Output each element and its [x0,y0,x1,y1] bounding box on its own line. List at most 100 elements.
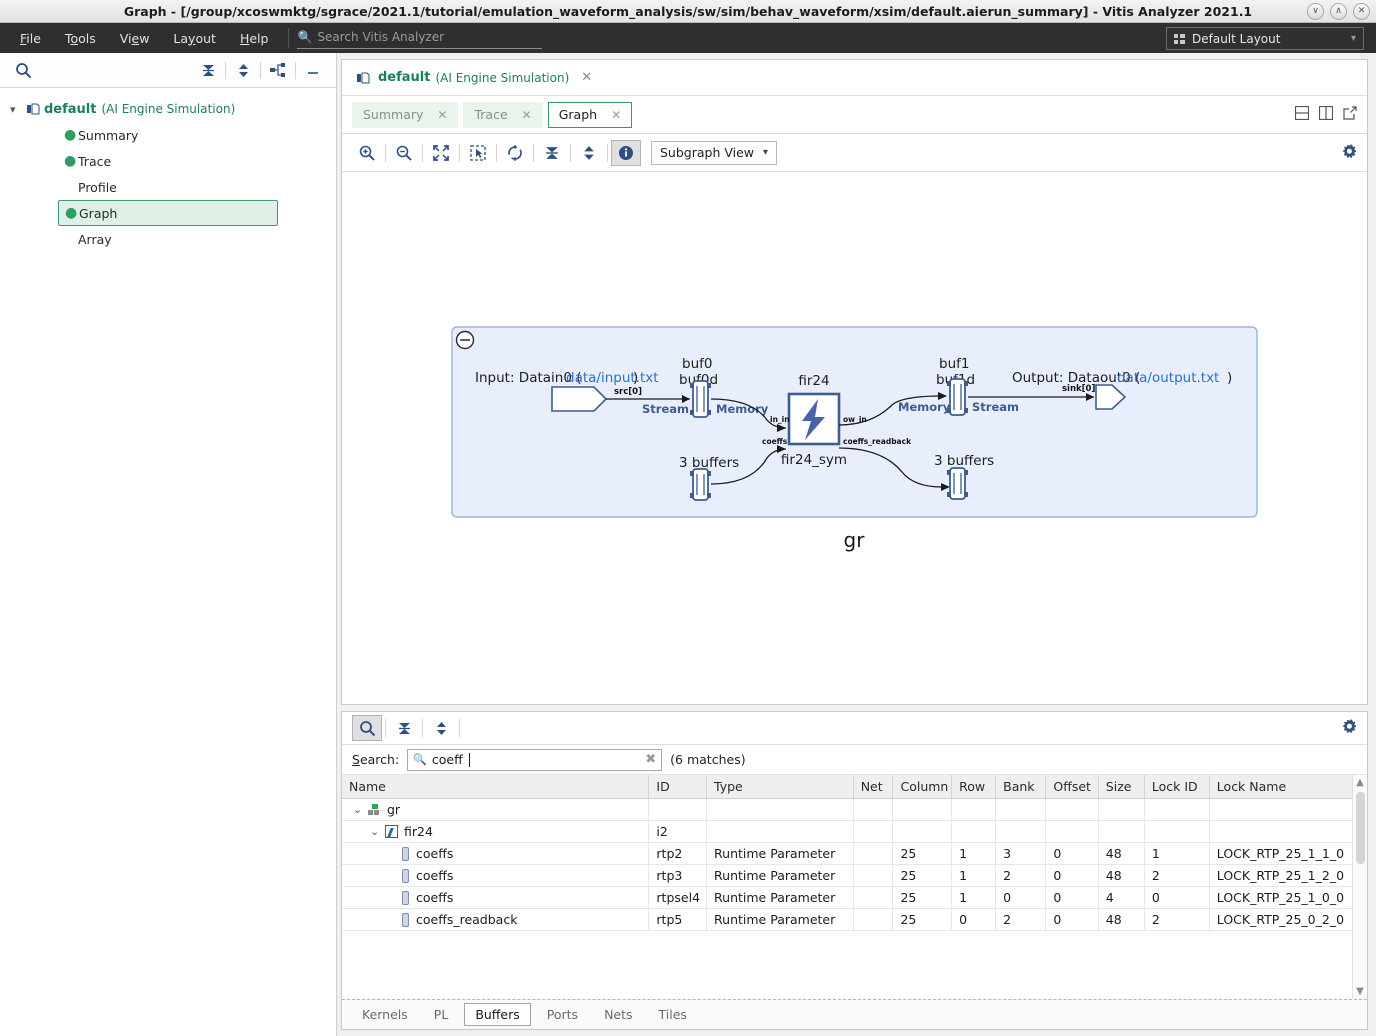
tab-trace[interactable]: Trace ✕ [463,101,543,128]
tree-root-default[interactable]: ▾ default (AI Engine Simulation) [0,96,336,122]
refresh-icon[interactable] [500,140,530,166]
close-button[interactable]: ✕ [1353,3,1370,20]
col-net[interactable]: Net [853,775,894,799]
minimize-panel-icon[interactable] [300,58,326,82]
split-vertical-icon[interactable] [1318,105,1334,123]
buf0-buffer-icon[interactable] [690,380,711,418]
tab-graph[interactable]: Graph ✕ [547,101,633,128]
view-mode-select[interactable]: Subgraph View ▾ [651,140,778,165]
collapse-all-icon[interactable] [389,715,419,741]
menu-tools[interactable]: Tools [53,27,108,50]
input-file-link[interactable]: data/input.txt [566,370,659,386]
document-tab-title[interactable]: default [378,70,430,85]
scrollbar-thumb[interactable] [1355,792,1365,864]
sidebar-item-label: Summary [78,127,139,143]
cell-lock-id: 2 [1144,864,1210,887]
collapse-circle-icon[interactable] [455,330,475,350]
col-type[interactable]: Type [706,775,854,799]
tab-tiles[interactable]: Tiles [649,1004,697,1025]
graph-canvas[interactable]: Input: Datain0 ( data/input.txt ) src[0]… [342,172,1367,704]
close-icon[interactable]: ✕ [522,108,532,122]
expand-all-icon[interactable] [574,140,604,166]
minimize-button[interactable]: ∨ [1307,3,1324,20]
buffers-right-icon[interactable] [947,467,968,500]
hierarchy-icon[interactable] [265,58,291,82]
zoom-out-icon[interactable] [389,140,419,166]
tab-nets[interactable]: Nets [594,1004,642,1025]
graph-diagram[interactable]: Input: Datain0 ( data/input.txt ) src[0]… [342,172,1364,702]
table-row[interactable]: coeffs rtp2 Runtime Parameter 25 1 3 0 48 1 LOCK_… [342,842,1367,865]
scroll-down-icon[interactable]: ▼ [1356,984,1364,999]
cell-lock-id [1144,820,1210,843]
tab-pl[interactable]: PL [424,1004,459,1025]
tab-kernels[interactable]: Kernels [352,1004,418,1025]
scroll-up-icon[interactable]: ▲ [1356,775,1364,790]
tab-ports[interactable]: Ports [537,1004,588,1025]
col-bank[interactable]: Bank [995,775,1047,799]
table-row[interactable]: coeffs_readback rtp5 Runtime Parameter 25 0 2… [342,908,1367,931]
collapse-all-icon[interactable] [537,140,567,166]
menu-file[interactable]: FFileile [8,27,53,50]
sidebar-item-summary[interactable]: ● Summary [58,122,278,148]
tab-buffers[interactable]: Buffers [464,1003,531,1026]
expand-collapse-icon[interactable] [230,58,256,82]
table-row[interactable]: ⌄ fir24 i2 [342,820,1367,843]
table-row[interactable]: coeffs rtpsel4 Runtime Parameter 25 1 0 0 4 0 LOC… [342,886,1367,909]
results-table[interactable]: Name ID Type Net Column Row Bank Offset … [342,775,1367,931]
tab-summary[interactable]: Summary ✕ [352,101,459,128]
vertical-scrollbar[interactable]: ▲ ▼ [1352,775,1367,999]
buf0-label: buf0 [682,356,712,372]
sidebar-item-graph[interactable]: ● Graph [58,200,278,226]
buffers-left-icon[interactable] [690,468,711,501]
table-row[interactable]: coeffs rtp3 Runtime Parameter 25 1 2 0 48 2 LOCK_… [342,864,1367,887]
zoom-in-icon[interactable] [352,140,382,166]
clear-icon[interactable]: ✖ [645,752,656,767]
search-input[interactable]: 🔍 coeff ✖ [407,748,663,771]
collapse-all-icon[interactable] [195,58,221,82]
chevron-down-icon[interactable]: ⌄ [370,825,385,838]
cell-name[interactable]: ⌄ fir24 [342,820,650,843]
col-id[interactable]: ID [648,775,708,799]
cell-name[interactable]: coeffs [342,864,650,887]
cell-name[interactable]: ⌄ gr [342,798,650,821]
menu-help[interactable]: Help [228,27,281,50]
cell-name[interactable]: coeffs [342,842,650,865]
input-port-shape[interactable] [551,386,608,412]
open-external-icon[interactable] [1343,106,1357,123]
cell-name[interactable]: coeffs_readback [342,908,650,931]
table-row[interactable]: ⌄ gr [342,798,1367,821]
close-icon[interactable]: ✕ [437,108,447,122]
sidebar-item-profile[interactable]: ● Profile [58,174,278,200]
col-name[interactable]: Name [342,775,650,799]
col-row[interactable]: Row [951,775,997,799]
maximize-button[interactable]: ∧ [1330,3,1347,20]
close-icon[interactable]: ✕ [611,108,621,122]
search-icon[interactable] [10,58,36,82]
zoom-fit-icon[interactable] [426,140,456,166]
chevron-down-icon[interactable]: ⌄ [353,803,368,816]
output-file-link[interactable]: data/output.txt [1117,370,1219,386]
chevron-down-icon[interactable]: ▾ [10,103,26,116]
close-icon[interactable]: ✕ [581,70,592,85]
menu-layout[interactable]: Layout [161,27,228,50]
col-column[interactable]: Column [892,775,953,799]
search-toggle-icon[interactable] [352,715,382,741]
global-search[interactable]: 🔍 Search Vitis Analyzer [297,29,543,49]
layout-selector[interactable]: Default Layout ▾ [1166,27,1364,50]
menu-view[interactable]: View [108,27,162,50]
col-size[interactable]: Size [1098,775,1145,799]
gear-icon[interactable] [1341,718,1357,738]
cell-name[interactable]: coeffs [342,886,650,909]
row-name-label: gr [387,802,401,817]
expand-all-icon[interactable] [426,715,456,741]
gear-icon[interactable] [1341,143,1357,163]
sidebar-item-array[interactable]: ● Array [58,226,278,252]
col-offset[interactable]: Offset [1045,775,1099,799]
zoom-select-icon[interactable] [463,140,493,166]
sidebar-item-trace[interactable]: ● Trace [58,148,278,174]
col-lock-name[interactable]: Lock Name [1209,775,1367,799]
global-search-placeholder: Search Vitis Analyzer [317,29,445,44]
split-horizontal-icon[interactable] [1294,105,1310,123]
info-icon[interactable] [611,139,641,166]
col-lock-id[interactable]: Lock ID [1144,775,1210,799]
